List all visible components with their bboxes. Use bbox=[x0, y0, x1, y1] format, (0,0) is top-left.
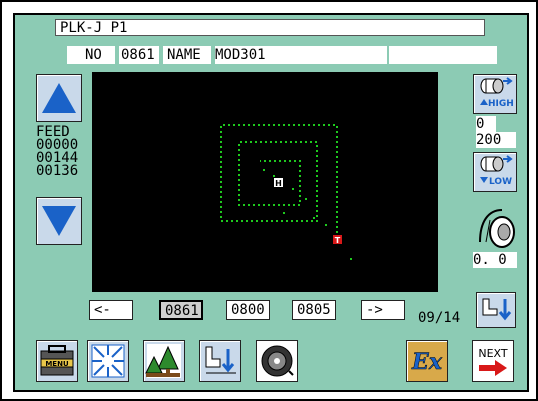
thread-speed-high-icon: HIGH bbox=[480, 77, 514, 109]
down-arrow-icon bbox=[42, 206, 76, 236]
tension-knob-icon bbox=[474, 202, 518, 252]
pattern-info-bar: NO 0861 NAME MOD301 bbox=[67, 46, 497, 64]
next-arrow-icon: NEXT bbox=[478, 347, 508, 376]
zoom-fit-button[interactable] bbox=[87, 340, 129, 382]
presser-adjust-button[interactable] bbox=[199, 340, 241, 382]
svg-text:NEXT: NEXT bbox=[478, 347, 508, 360]
presser-down-icon bbox=[482, 298, 512, 321]
scenery-button[interactable] bbox=[143, 340, 185, 382]
menu-button[interactable]: MENU bbox=[36, 340, 78, 382]
svg-text:HIGH: HIGH bbox=[488, 99, 514, 109]
feed-display: FEED 00000 00144 00136 bbox=[36, 125, 79, 179]
ex-icon: Ex bbox=[411, 349, 443, 376]
feed-up-button[interactable] bbox=[36, 74, 82, 122]
svg-text:MENU: MENU bbox=[45, 360, 69, 368]
feed-value-3: 00136 bbox=[36, 163, 79, 179]
info-extra-field bbox=[389, 46, 497, 64]
no-value: 0861 bbox=[119, 46, 159, 64]
zoom-fit-icon bbox=[91, 344, 125, 378]
speed-high-button[interactable]: HIGH bbox=[473, 74, 517, 114]
pulley-icon bbox=[261, 345, 294, 377]
presser-adjust-icon bbox=[205, 346, 236, 374]
page-indicator: 09/14 bbox=[418, 310, 461, 326]
speed-low-button[interactable]: LOW bbox=[473, 152, 517, 192]
title-bar: PLK-J P1 bbox=[55, 19, 485, 36]
pulley-button[interactable] bbox=[256, 340, 298, 382]
name-value: MOD301 bbox=[215, 46, 387, 64]
tension-value: 0. 0 bbox=[473, 252, 517, 268]
svg-text:LOW: LOW bbox=[489, 177, 512, 187]
pattern-item-0861[interactable]: 0861 bbox=[159, 300, 203, 320]
screen-frame: PLK-J P1 NO 0861 NAME MOD301 FEED 00000 … bbox=[0, 0, 538, 401]
thread-speed-low-icon: LOW bbox=[480, 155, 513, 187]
tree-icon bbox=[145, 344, 181, 378]
stitch-pattern: H T bbox=[220, 124, 352, 260]
end-marker-label: T bbox=[335, 236, 341, 245]
page-title: PLK-J P1 bbox=[60, 20, 128, 36]
toolbox-icon: MENU bbox=[40, 345, 74, 376]
speed-top-value: 0 bbox=[476, 116, 496, 132]
pattern-item-0800[interactable]: 0800 bbox=[226, 300, 270, 320]
no-label: NO bbox=[67, 46, 115, 64]
pattern-item-0805[interactable]: 0805 bbox=[292, 300, 336, 320]
up-arrow-icon bbox=[42, 83, 76, 113]
start-marker-label: H bbox=[275, 179, 282, 188]
prev-page-button[interactable]: <- bbox=[89, 300, 133, 320]
feed-down-button[interactable] bbox=[36, 197, 82, 245]
ex-function-button[interactable]: Ex bbox=[406, 340, 448, 382]
svg-text:Ex: Ex bbox=[411, 349, 443, 375]
name-label: NAME bbox=[163, 46, 211, 64]
main-panel: PLK-J P1 NO 0861 NAME MOD301 FEED 00000 … bbox=[13, 13, 529, 392]
next-page-button[interactable]: -> bbox=[361, 300, 405, 320]
move-down-button[interactable] bbox=[476, 292, 516, 328]
speed-bottom-value: 200 bbox=[476, 132, 516, 148]
pattern-preview: H T bbox=[92, 72, 438, 292]
next-button[interactable]: NEXT bbox=[472, 340, 514, 382]
